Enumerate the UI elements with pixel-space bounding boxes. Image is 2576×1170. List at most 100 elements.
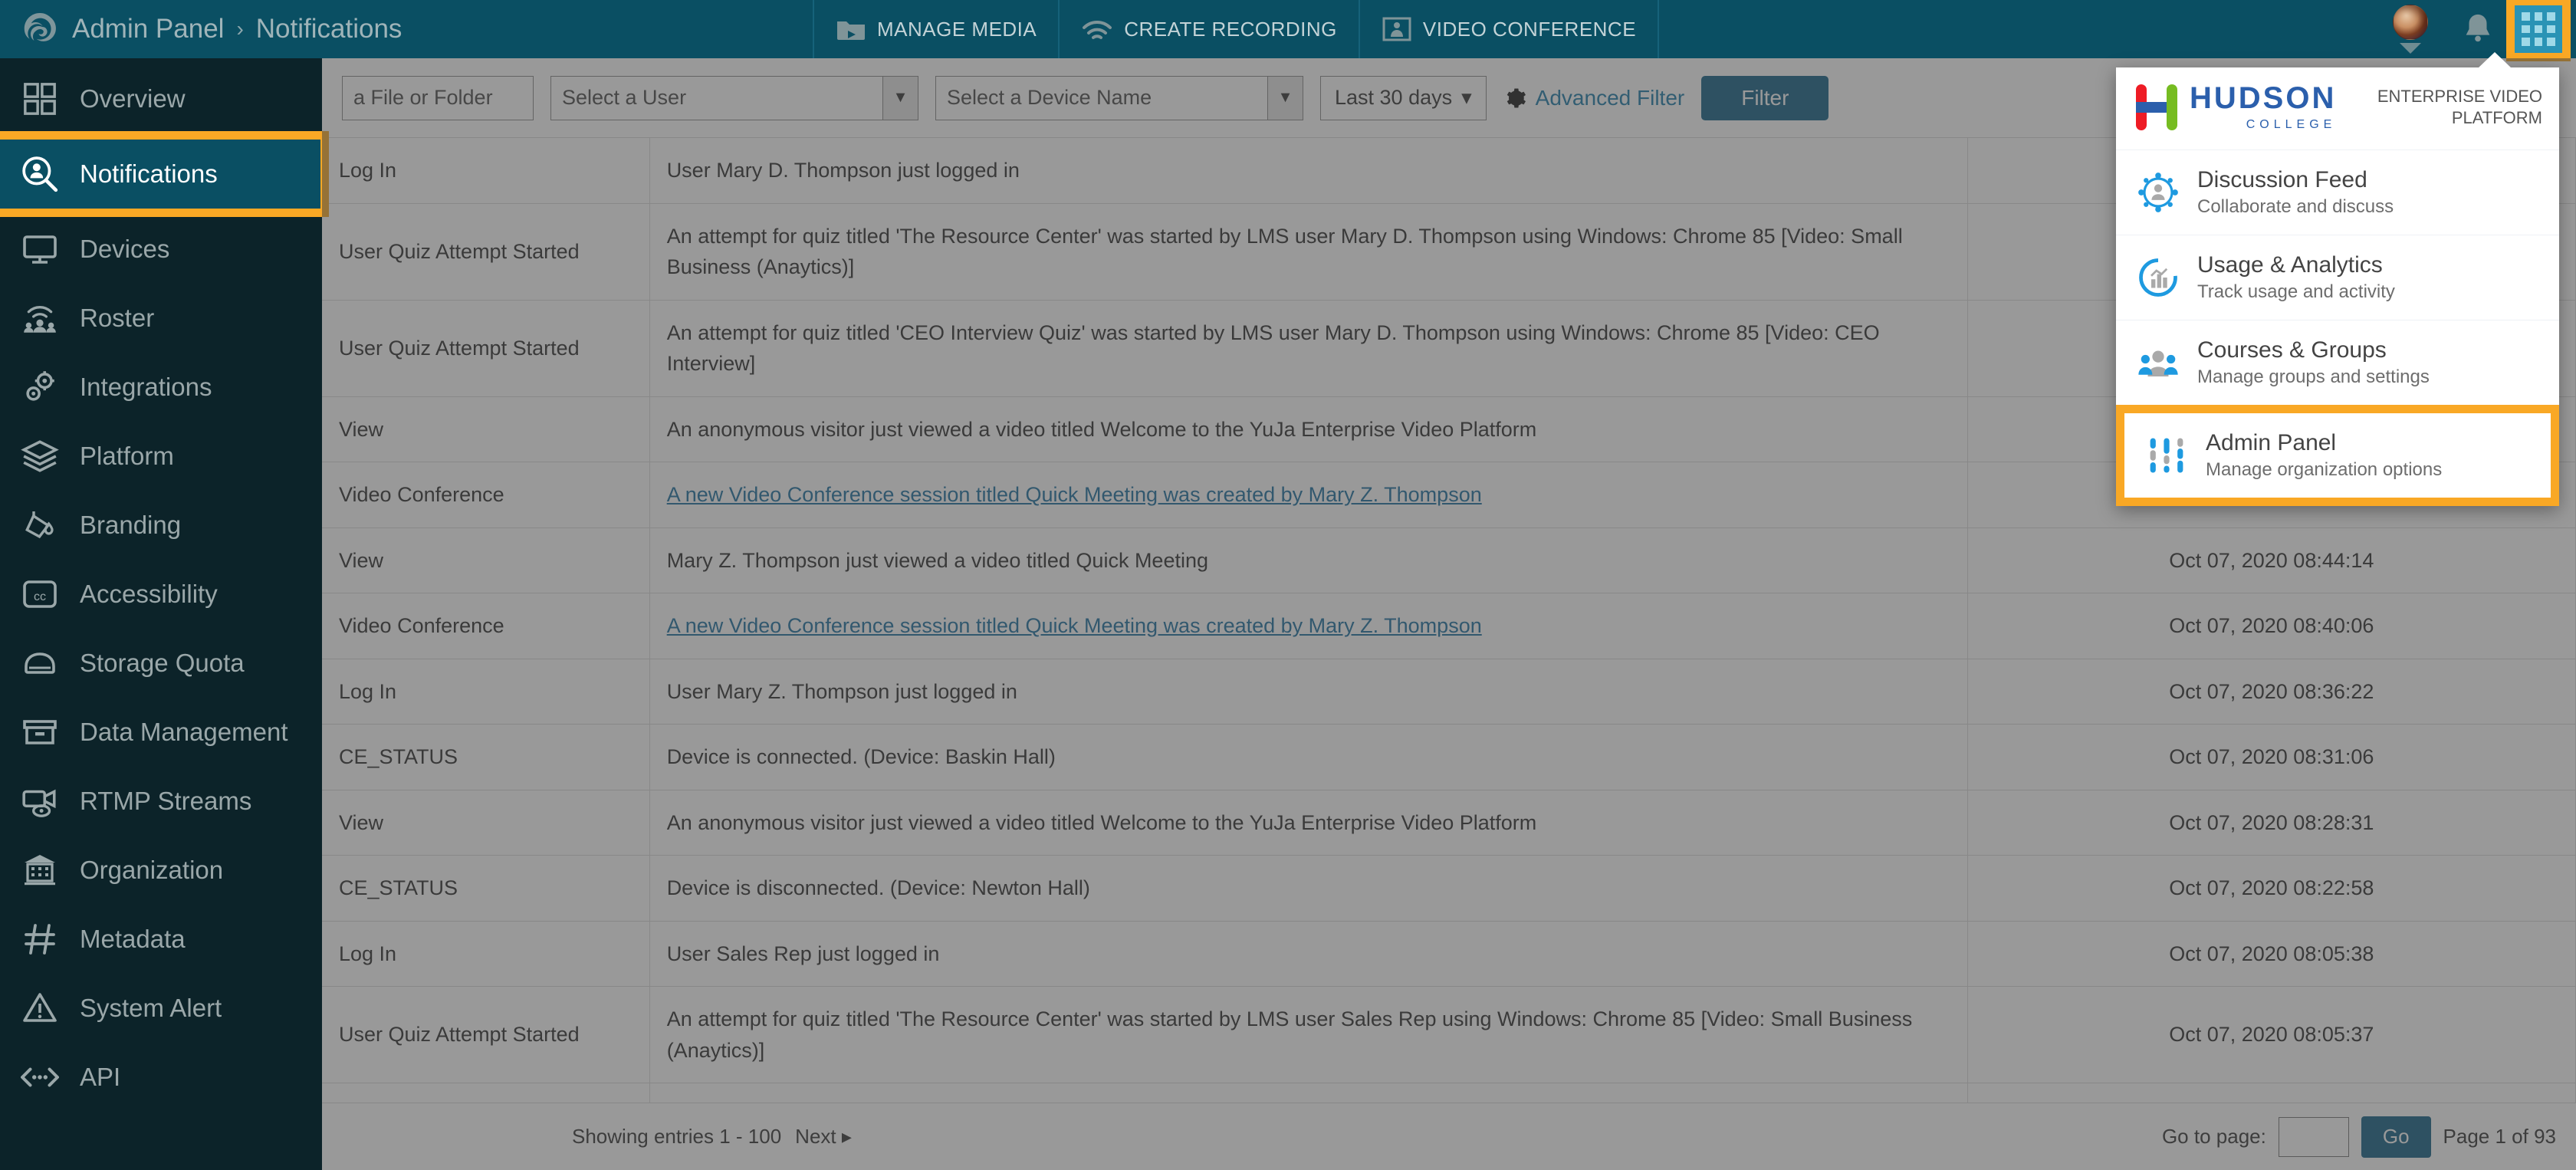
user-search-icon: [20, 154, 60, 194]
panel-item-title: Admin Panel: [2206, 430, 2337, 455]
sidebar-item-devices[interactable]: Devices: [0, 215, 322, 284]
sidebar-item-api[interactable]: API: [0, 1043, 322, 1112]
sidebar-item-label: Branding: [80, 511, 182, 539]
video-conference-icon: [1382, 17, 1411, 41]
grid-squares-icon: [20, 79, 60, 119]
sidebar-item-system-alert[interactable]: System Alert: [0, 974, 322, 1043]
admin-sliders-icon: [2144, 433, 2189, 478]
sidebar-item-rtmp-streams[interactable]: RTMP Streams: [0, 767, 322, 836]
closed-caption-icon: cc: [20, 574, 60, 614]
hudson-h-icon: [2133, 84, 2180, 130]
app-root: a File or Folder Select a User ▼ Select …: [0, 0, 2576, 1170]
archive-box-icon: [20, 712, 60, 752]
chevron-down-icon[interactable]: [2400, 43, 2421, 54]
panel-item-description: Collaborate and discuss: [2197, 196, 2394, 217]
panel-item-description: Manage organization options: [2206, 459, 2443, 480]
grid-cell: [2547, 12, 2555, 21]
grid-cell: [2547, 25, 2555, 34]
grid-cell: [2547, 38, 2555, 46]
sidebar-item-label: Devices: [80, 235, 170, 263]
layers-icon: [20, 436, 60, 476]
grid-cell: [2534, 25, 2543, 34]
breadcrumb-separator-icon: ›: [236, 17, 244, 41]
sidebar-item-label: Roster: [80, 304, 155, 332]
panel-item-title: Usage & Analytics: [2197, 252, 2383, 278]
bell-icon: [2466, 14, 2490, 42]
sidebar-item-branding[interactable]: Branding: [0, 491, 322, 560]
panel-item-usage-analytics[interactable]: Usage & Analytics Track usage and activit…: [2116, 235, 2559, 320]
grid-cell: [2522, 38, 2530, 46]
nav-video-conference[interactable]: VIDEO CONFERENCE: [1360, 0, 1660, 58]
yuja-swirl-logo-icon: [24, 13, 56, 41]
sidebar: Overview Notifications Devices Roster Integr…: [0, 58, 329, 1170]
nav-manage-media[interactable]: MANAGE MEDIA: [813, 0, 1060, 58]
sidebar-item-accessibility[interactable]: cc Accessibility: [0, 560, 322, 629]
sidebar-item-label: Data Management: [80, 718, 288, 746]
sidebar-item-label: Notifications: [80, 159, 218, 188]
top-header-bar: Admin Panel › Notifications MANAGE MEDIA: [0, 0, 2576, 61]
sidebar-item-label: RTMP Streams: [80, 787, 252, 815]
sidebar-item-organization[interactable]: Organization: [0, 836, 322, 905]
nav-manage-media-label: MANAGE MEDIA: [877, 17, 1037, 41]
avatar[interactable]: [2393, 5, 2428, 40]
drive-icon: [20, 643, 60, 683]
breadcrumb-root[interactable]: Admin Panel: [72, 14, 224, 44]
panel-arrow: [2478, 52, 2512, 68]
sidebar-item-label: System Alert: [80, 994, 222, 1022]
sidebar-item-label: Platform: [80, 442, 174, 470]
folder-media-icon: [837, 21, 865, 40]
sidebar-item-label: Organization: [80, 856, 224, 884]
sidebar-item-label: Integrations: [80, 373, 212, 401]
camera-eye-icon: [20, 781, 60, 821]
breadcrumb: Admin Panel › Notifications: [72, 14, 402, 44]
sidebar-item-storage-quota[interactable]: Storage Quota: [0, 629, 322, 698]
panel-item-discussion-feed[interactable]: Discussion Feed Collaborate and discuss: [2116, 150, 2559, 235]
people-group-icon: [2136, 340, 2180, 385]
code-arrows-icon: [20, 1057, 60, 1097]
nav-create-recording[interactable]: CREATE RECORDING: [1060, 0, 1360, 58]
analytics-chart-icon: [2136, 255, 2180, 300]
sidebar-item-label: API: [80, 1063, 121, 1091]
sidebar-item-integrations[interactable]: Integrations: [0, 353, 322, 422]
sidebar-item-metadata[interactable]: Metadata: [0, 905, 322, 974]
avatar-menu[interactable]: [2380, 5, 2441, 54]
panel-item-title: Courses & Groups: [2197, 337, 2387, 363]
panel-item-highlight-frame: Admin Panel Manage organization options: [2116, 405, 2559, 506]
sidebar-item-data-management[interactable]: Data Management: [0, 698, 322, 767]
panel-item-title: Discussion Feed: [2197, 167, 2367, 192]
paint-bucket-icon: [20, 505, 60, 545]
apps-dropdown-panel: HUDSON COLLEGE ENTERPRISE VIDEO PLATFORM…: [2116, 52, 2559, 506]
nav-video-conference-label: VIDEO CONFERENCE: [1422, 17, 1637, 41]
sidebar-item-label: Overview: [80, 84, 186, 113]
warning-triangle-icon: [20, 988, 60, 1028]
panel-item-admin-panel[interactable]: Admin Panel Manage organization options: [2124, 413, 2551, 498]
sidebar-item-label: Metadata: [80, 925, 186, 953]
sidebar-item-overview[interactable]: Overview: [0, 64, 322, 133]
sidebar-item-platform[interactable]: Platform: [0, 422, 322, 491]
panel-item-description: Track usage and activity: [2197, 281, 2395, 302]
grid-cell: [2534, 38, 2543, 46]
panel-header: HUDSON COLLEGE ENTERPRISE VIDEO PLATFORM: [2116, 67, 2559, 150]
sidebar-item-roster[interactable]: Roster: [0, 284, 322, 353]
bank-building-icon: [20, 850, 60, 890]
monitor-icon: [20, 229, 60, 269]
panel-item-description: Manage groups and settings: [2197, 366, 2430, 387]
grid-cell: [2522, 25, 2530, 34]
platform-tagline: ENTERPRISE VIDEO PLATFORM: [2377, 87, 2542, 127]
top-navigation: MANAGE MEDIA CREATE RECORDING VIDEO CONF…: [813, 0, 1660, 58]
hudson-college-logo: HUDSON COLLEGE: [2133, 83, 2336, 131]
brand-zone: Admin Panel › Notifications: [0, 11, 813, 48]
notifications-bell-button[interactable]: [2441, 12, 2515, 47]
org-subtitle: COLLEGE: [2246, 118, 2337, 131]
grid-cell: [2522, 12, 2530, 21]
sidebar-item-label: Storage Quota: [80, 649, 245, 677]
org-name: HUDSON: [2190, 81, 2337, 115]
nav-create-recording-label: CREATE RECORDING: [1124, 17, 1337, 41]
sidebar-item-label: Accessibility: [80, 580, 218, 608]
apps-grid-button[interactable]: [2506, 0, 2571, 61]
sidebar-item-notifications[interactable]: Notifications: [0, 131, 329, 217]
grid-cell: [2534, 12, 2543, 21]
breadcrumb-current: Notifications: [255, 14, 402, 44]
panel-item-courses-groups[interactable]: Courses & Groups Manage groups and settin…: [2116, 320, 2559, 405]
hash-icon: [20, 919, 60, 959]
